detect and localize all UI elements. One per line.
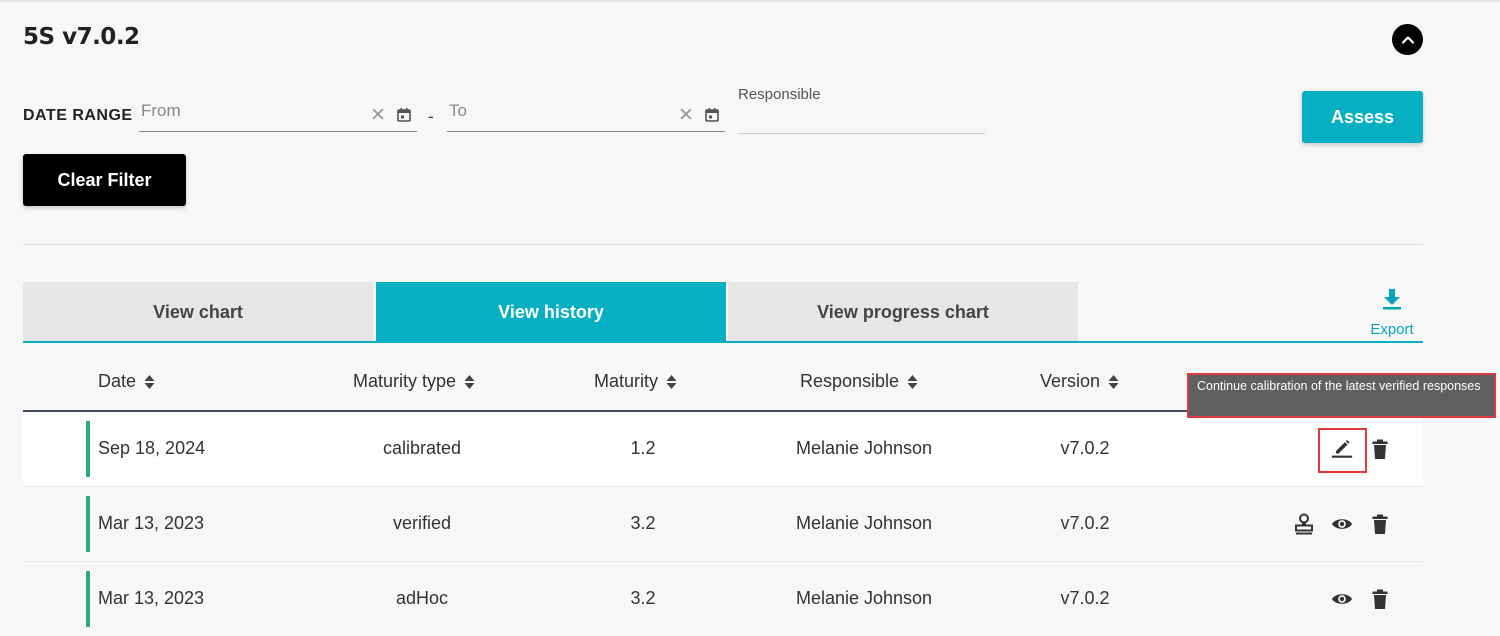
date-separator: -: [428, 107, 434, 126]
eye-icon: [1331, 519, 1353, 529]
cell-maturity-type: adHoc: [395, 588, 449, 608]
column-header-label: Maturity type: [353, 371, 457, 391]
stamp-icon: [1295, 513, 1313, 535]
stamp-button[interactable]: [1293, 513, 1315, 535]
column-header-label: Responsible: [800, 371, 900, 391]
assess-button[interactable]: Assess: [1302, 91, 1423, 143]
cell-version: v7.0.2: [1060, 588, 1110, 608]
responsible-input[interactable]: [738, 110, 985, 134]
clear-filter-button[interactable]: Clear Filter: [23, 154, 186, 206]
sort-icon[interactable]: [464, 374, 475, 390]
status-bar: [86, 496, 90, 552]
tab-view-progress-chart[interactable]: View progress chart: [728, 282, 1078, 342]
to-date-field: ✕: [447, 98, 725, 132]
cell-maturity: 3.2: [630, 588, 656, 608]
clear-from-icon[interactable]: ✕: [370, 106, 386, 125]
column-header-date[interactable]: Date: [98, 371, 155, 392]
status-bar: [86, 571, 90, 627]
column-header-version[interactable]: Version: [1040, 371, 1119, 392]
cell-maturity-type: calibrated: [382, 438, 462, 458]
tab-underline: [23, 341, 1423, 343]
column-header-label: Version: [1040, 371, 1101, 391]
sort-icon[interactable]: [144, 374, 155, 390]
cell-maturity: 1.2: [630, 438, 656, 458]
cell-maturity-type: verified: [392, 513, 452, 533]
trash-icon: [1372, 589, 1388, 609]
column-header-responsible[interactable]: Responsible: [800, 371, 918, 392]
calendar-icon[interactable]: [704, 107, 720, 123]
sort-icon[interactable]: [907, 374, 918, 390]
from-date-input[interactable]: [139, 100, 363, 122]
edit-button[interactable]: [1331, 437, 1353, 459]
cell-version: v7.0.2: [1060, 438, 1110, 458]
trash-icon: [1372, 439, 1388, 459]
top-border: [0, 0, 1500, 2]
chevron-up-icon: [1401, 35, 1414, 44]
cell-date: Mar 13, 2023: [98, 513, 205, 533]
to-date-input[interactable]: [447, 100, 671, 122]
tab-view-history[interactable]: View history: [376, 282, 726, 342]
cell-responsible: Melanie Johnson: [795, 588, 933, 608]
status-bar: [86, 421, 90, 477]
sort-icon[interactable]: [666, 374, 677, 390]
column-header-label: Maturity: [594, 371, 659, 391]
eye-icon: [1331, 594, 1353, 604]
edit-icon: [1331, 439, 1353, 458]
delete-button[interactable]: [1369, 588, 1391, 610]
delete-button[interactable]: [1369, 438, 1391, 460]
export-label: Export: [1370, 321, 1414, 338]
cell-version: v7.0.2: [1060, 513, 1110, 533]
table-row: Sep 18, 2024 calibrated 1.2 Melanie John…: [23, 412, 1423, 487]
column-header-label: Date: [98, 371, 137, 391]
cell-date: Mar 13, 2023: [98, 588, 205, 608]
clear-to-icon[interactable]: ✕: [678, 106, 694, 125]
cell-responsible: Melanie Johnson: [795, 438, 933, 458]
column-header-maturity-type[interactable]: Maturity type: [353, 371, 475, 392]
tab-view-chart[interactable]: View chart: [23, 282, 373, 342]
tooltip: Continue calibration of the latest verif…: [1187, 373, 1496, 418]
from-date-field: ✕: [139, 98, 417, 132]
column-header-maturity[interactable]: Maturity: [594, 371, 677, 392]
view-button[interactable]: [1331, 588, 1353, 610]
responsible-label: Responsible: [738, 86, 821, 103]
trash-icon: [1372, 514, 1388, 534]
collapse-button[interactable]: [1392, 24, 1423, 55]
cell-date: Sep 18, 2024: [98, 438, 206, 458]
export-button[interactable]: Export: [1366, 288, 1418, 338]
calendar-icon[interactable]: [396, 107, 412, 123]
cell-maturity: 3.2: [630, 513, 656, 533]
date-range-label: DATE RANGE: [23, 107, 133, 124]
cell-responsible: Melanie Johnson: [795, 513, 933, 533]
download-icon: [1383, 289, 1401, 310]
page-title: 5S v7.0.2: [23, 24, 140, 50]
view-button[interactable]: [1331, 513, 1353, 535]
sort-icon[interactable]: [1108, 374, 1119, 390]
section-divider: [23, 244, 1423, 245]
table-row: Mar 13, 2023 adHoc 3.2 Melanie Johnson v…: [23, 562, 1423, 636]
table-row: Mar 13, 2023 verified 3.2 Melanie Johnso…: [23, 487, 1423, 562]
delete-button[interactable]: [1369, 513, 1391, 535]
